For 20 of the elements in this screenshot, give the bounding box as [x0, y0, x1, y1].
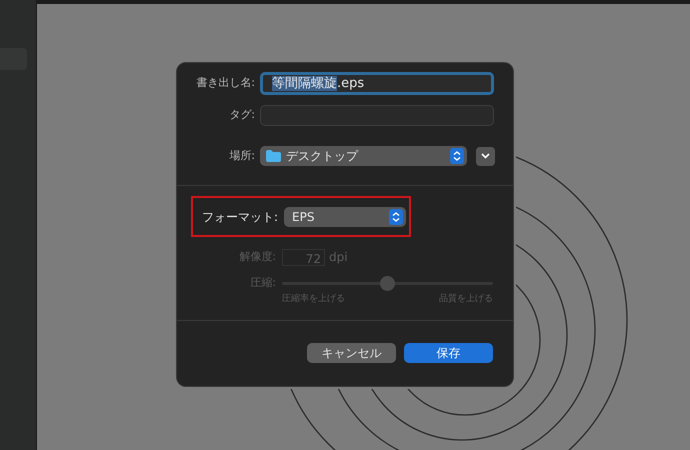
stepper-icon: [450, 148, 464, 164]
format-label: フォーマット:: [202, 208, 278, 226]
compression-label: 圧縮:: [249, 275, 276, 291]
filename-field[interactable]: 等間隔螺旋.eps: [260, 72, 494, 95]
location-popup[interactable]: デスクトップ: [260, 146, 467, 166]
export-name-label: 書き出し名:: [195, 75, 255, 92]
max-quality-label: 品質を上げる: [439, 292, 493, 306]
save-button[interactable]: 保存: [404, 343, 493, 363]
format-popup[interactable]: EPS: [284, 206, 406, 226]
expand-button[interactable]: [476, 146, 495, 166]
location-label: 場所:: [228, 148, 255, 164]
tags-field[interactable]: [260, 105, 494, 126]
folder-icon: [266, 150, 281, 162]
chevron-down-icon: [481, 153, 490, 159]
cancel-button[interactable]: キャンセル: [307, 343, 396, 363]
stepper-icon: [389, 208, 404, 224]
resolution-label: 解像度:: [238, 248, 276, 265]
tags-label: タグ:: [228, 107, 255, 124]
dpi-unit: dpi: [329, 249, 348, 266]
min-compression-label: 圧縮率を上げる: [282, 292, 345, 306]
